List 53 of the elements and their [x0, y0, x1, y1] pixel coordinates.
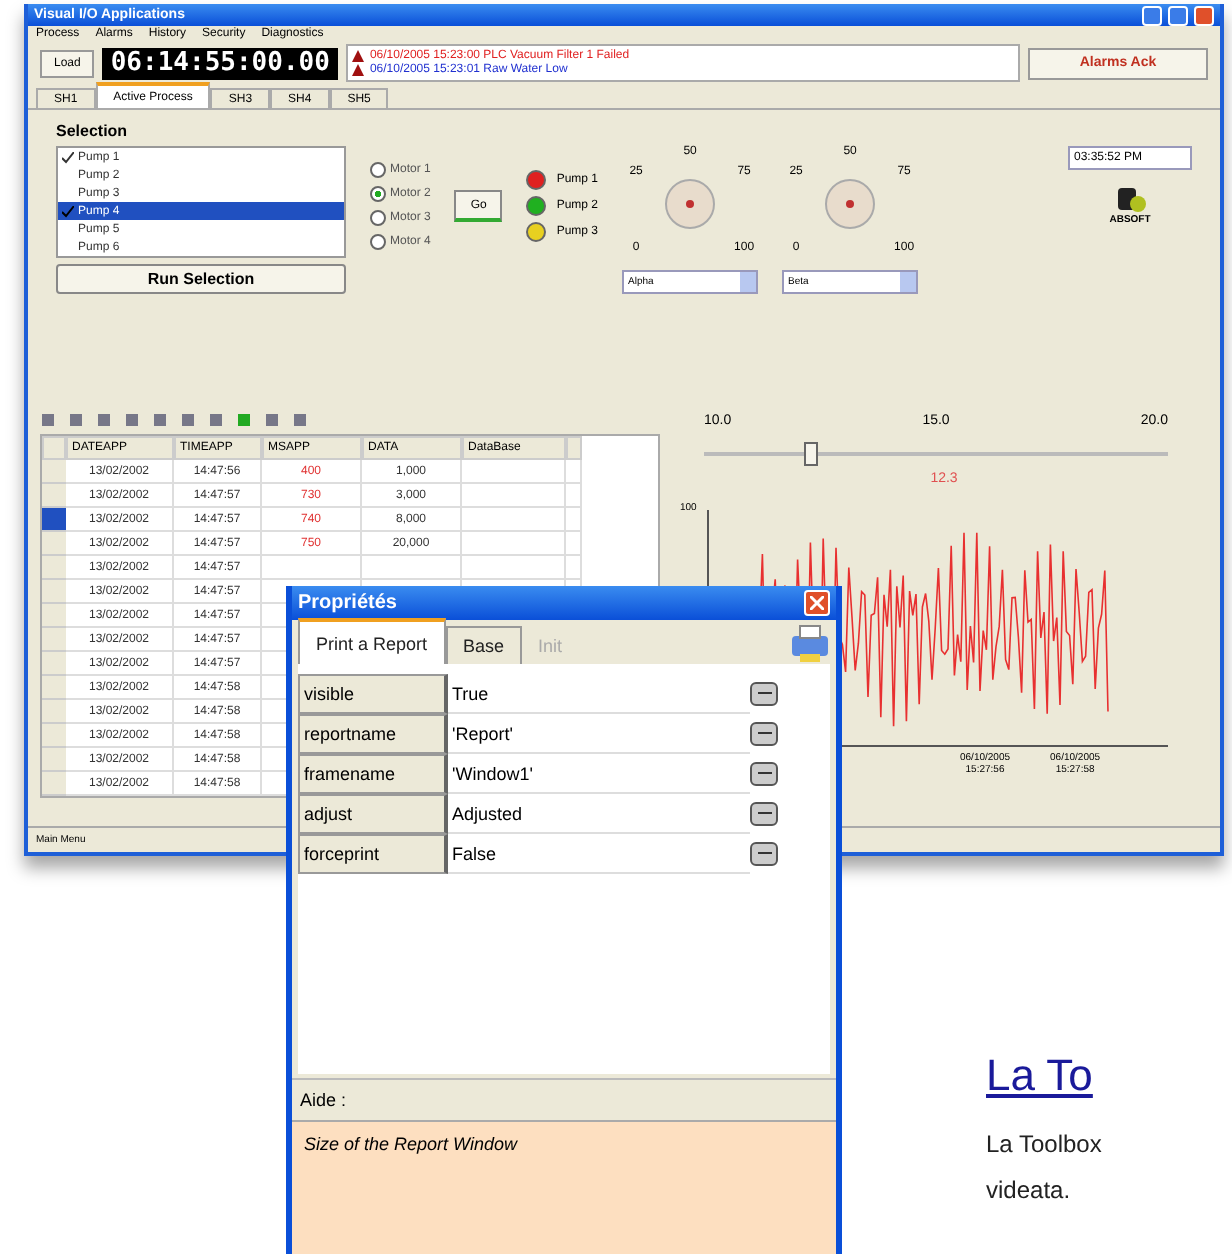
property-value[interactable]: True — [448, 674, 750, 714]
dash-icon — [757, 812, 771, 816]
property-name: framename — [298, 754, 448, 794]
property-value[interactable]: 'Window1' — [448, 754, 750, 794]
property-value[interactable]: 'Report' — [448, 714, 750, 754]
minimize-button[interactable] — [1142, 5, 1162, 25]
clock-display: 06:14:55:00.00 — [102, 47, 338, 79]
table-cell — [262, 556, 362, 580]
slider-thumb[interactable] — [804, 442, 819, 466]
radio-button[interactable] — [370, 186, 386, 202]
maximize-button[interactable] — [1168, 5, 1188, 25]
property-value[interactable]: False — [448, 834, 750, 874]
property-name: forceprint — [298, 834, 448, 874]
heading-link[interactable]: La To — [986, 1050, 1102, 1102]
edit-button[interactable] — [750, 762, 778, 786]
dash-icon — [757, 852, 771, 856]
row-header[interactable] — [42, 508, 66, 532]
property-name: visible — [298, 674, 448, 714]
check-icon — [62, 205, 74, 217]
paragraph: La Toolbox videata. — [986, 1128, 1102, 1208]
table-cell — [462, 556, 566, 580]
edit-button[interactable] — [750, 842, 778, 866]
dash-icon — [757, 692, 771, 696]
property-name: adjust — [298, 794, 448, 834]
selection-title: Selection — [56, 122, 130, 140]
close-button[interactable] — [1194, 5, 1214, 25]
close-button[interactable] — [804, 590, 830, 616]
property-value[interactable]: Adjusted — [448, 794, 750, 834]
check-icon — [62, 151, 74, 163]
radio-button[interactable] — [370, 210, 386, 226]
table-cell — [462, 532, 566, 556]
header-filler — [566, 436, 582, 460]
table-cell — [462, 508, 566, 532]
table-cell — [462, 484, 566, 508]
help-text: Size of the Report Window — [292, 1120, 836, 1254]
edit-button[interactable] — [750, 802, 778, 826]
property-name: reportname — [298, 714, 448, 754]
tab[interactable]: Print a Report — [298, 618, 446, 664]
corner-header — [42, 436, 66, 460]
radio-button[interactable] — [370, 162, 386, 178]
dash-icon — [757, 772, 771, 776]
edit-button[interactable] — [750, 722, 778, 746]
printer-icon[interactable] — [790, 624, 830, 664]
logo-icon — [1114, 186, 1146, 214]
table-cell — [462, 460, 566, 484]
edit-button[interactable] — [750, 682, 778, 706]
table-cell — [362, 556, 462, 580]
radio-button[interactable] — [370, 234, 386, 250]
tab[interactable]: Base — [445, 626, 523, 664]
run-selection-button[interactable]: Run Selection — [56, 264, 346, 294]
close-icon — [810, 596, 824, 610]
dash-icon — [757, 732, 771, 736]
dialog-title-bar: Propriétés — [292, 586, 836, 620]
